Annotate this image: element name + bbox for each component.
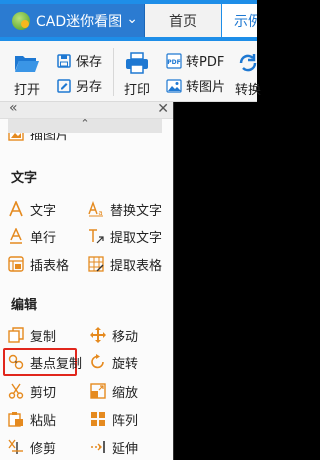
save-as-icon (56, 78, 72, 94)
trim-item[interactable]: 修剪 (8, 437, 56, 457)
to-image-button[interactable]: 转图片 (166, 76, 225, 95)
scroll-up-bar[interactable]: ⌃ (8, 117, 162, 133)
print-label: 打印 (124, 83, 151, 98)
chevron-down-icon[interactable]: ⌄ (126, 11, 138, 27)
copy-label: 复制 (30, 329, 57, 345)
to-pdf-button[interactable]: PDF 转PDF (166, 51, 224, 70)
save-as-button[interactable]: 另存 (56, 76, 102, 95)
array-icon (90, 411, 106, 427)
extend-icon (90, 439, 106, 455)
app-logo-icon (12, 11, 30, 30)
tab-home[interactable]: 首页 (145, 4, 221, 37)
save-as-label: 另存 (76, 80, 103, 95)
move-label: 移动 (112, 329, 139, 345)
chevron-up-icon[interactable]: ⌃ (8, 117, 162, 130)
to-pdf-label: 转PDF (186, 55, 225, 70)
text-label: 文字 (30, 203, 57, 219)
extend-item[interactable]: 延伸 (90, 437, 138, 457)
base-copy-item[interactable]: 基点复制 (8, 352, 82, 372)
cut-item[interactable]: 剪切 (8, 381, 56, 401)
trim-icon (8, 439, 24, 455)
tab-sample[interactable]: 示例 (222, 4, 257, 37)
folder-open-icon (14, 52, 40, 74)
collapse-left-icon[interactable]: « (9, 102, 18, 116)
close-icon[interactable]: ✕ (157, 102, 169, 117)
text-item[interactable]: 文字 (8, 199, 56, 219)
text-a-icon (8, 201, 24, 217)
extract-text-icon (88, 228, 104, 244)
extract-table-icon (88, 256, 104, 272)
rotate-item[interactable]: 旋转 (90, 352, 138, 372)
print-button[interactable]: 打印 (124, 52, 150, 98)
paste-icon (8, 411, 24, 427)
scale-icon (90, 383, 106, 399)
open-button[interactable]: 打开 (14, 52, 40, 98)
drawing-canvas[interactable] (173, 102, 258, 460)
copy-item[interactable]: 复制 (8, 325, 56, 345)
tool-panel: « ✕ 插图片 ⌃ 文字 文字 a 替换文字 单行 提取文字 插表格 提取表格 … (0, 102, 173, 460)
replace-text-item[interactable]: a 替换文字 (88, 199, 162, 219)
refresh-icon (235, 52, 261, 74)
move-item[interactable]: 移动 (90, 325, 138, 345)
pdf-icon: PDF (166, 52, 182, 69)
ribbon-separator (113, 48, 114, 96)
cut-label: 剪切 (30, 385, 57, 401)
extract-text-label: 提取文字 (110, 230, 163, 246)
extract-table-label: 提取表格 (110, 258, 163, 274)
paste-item[interactable]: 粘贴 (8, 409, 56, 429)
save-button[interactable]: 保存 (56, 51, 102, 70)
app-menu-tab[interactable]: CAD迷你看图 ⌄ (0, 4, 145, 37)
title-bar: CAD迷你看图 ⌄ 首页 示例 (0, 0, 257, 41)
rotate-icon (90, 354, 106, 370)
copy-icon (8, 327, 24, 343)
base-copy-icon (8, 354, 24, 370)
single-line-label: 单行 (30, 230, 57, 246)
extract-table-item[interactable]: 提取表格 (88, 254, 162, 274)
trim-label: 修剪 (30, 441, 57, 457)
replace-text-label: 替换文字 (110, 203, 163, 219)
section-text-title: 文字 (11, 171, 38, 186)
section-edit-title: 编辑 (11, 298, 38, 313)
open-label: 打开 (14, 83, 41, 98)
extend-label: 延伸 (112, 441, 139, 457)
array-label: 阵列 (112, 413, 139, 429)
base-copy-label: 基点复制 (30, 356, 83, 372)
move-icon (90, 327, 106, 343)
single-line-item[interactable]: 单行 (8, 226, 56, 246)
app-name: CAD迷你看图 (36, 13, 123, 30)
scale-item[interactable]: 缩放 (90, 381, 138, 401)
printer-icon (124, 52, 150, 74)
save-icon (56, 53, 72, 69)
paste-label: 粘贴 (30, 413, 57, 429)
replace-text-icon: a (88, 201, 104, 217)
scale-label: 缩放 (112, 385, 139, 401)
svg-text:PDF: PDF (167, 59, 180, 66)
array-item[interactable]: 阵列 (90, 409, 138, 429)
save-label: 保存 (76, 55, 103, 70)
to-image-label: 转图片 (186, 80, 226, 95)
convert-button[interactable]: 转换 (235, 52, 261, 98)
scissors-icon (8, 383, 24, 399)
convert-label: 转换 (235, 83, 262, 98)
insert-table-icon (8, 256, 24, 272)
insert-table-label: 插表格 (30, 258, 70, 274)
image-icon (166, 78, 182, 94)
insert-table-item[interactable]: 插表格 (8, 254, 69, 274)
extract-text-item[interactable]: 提取文字 (88, 226, 162, 246)
rotate-label: 旋转 (112, 356, 139, 372)
single-line-text-icon (8, 228, 24, 244)
